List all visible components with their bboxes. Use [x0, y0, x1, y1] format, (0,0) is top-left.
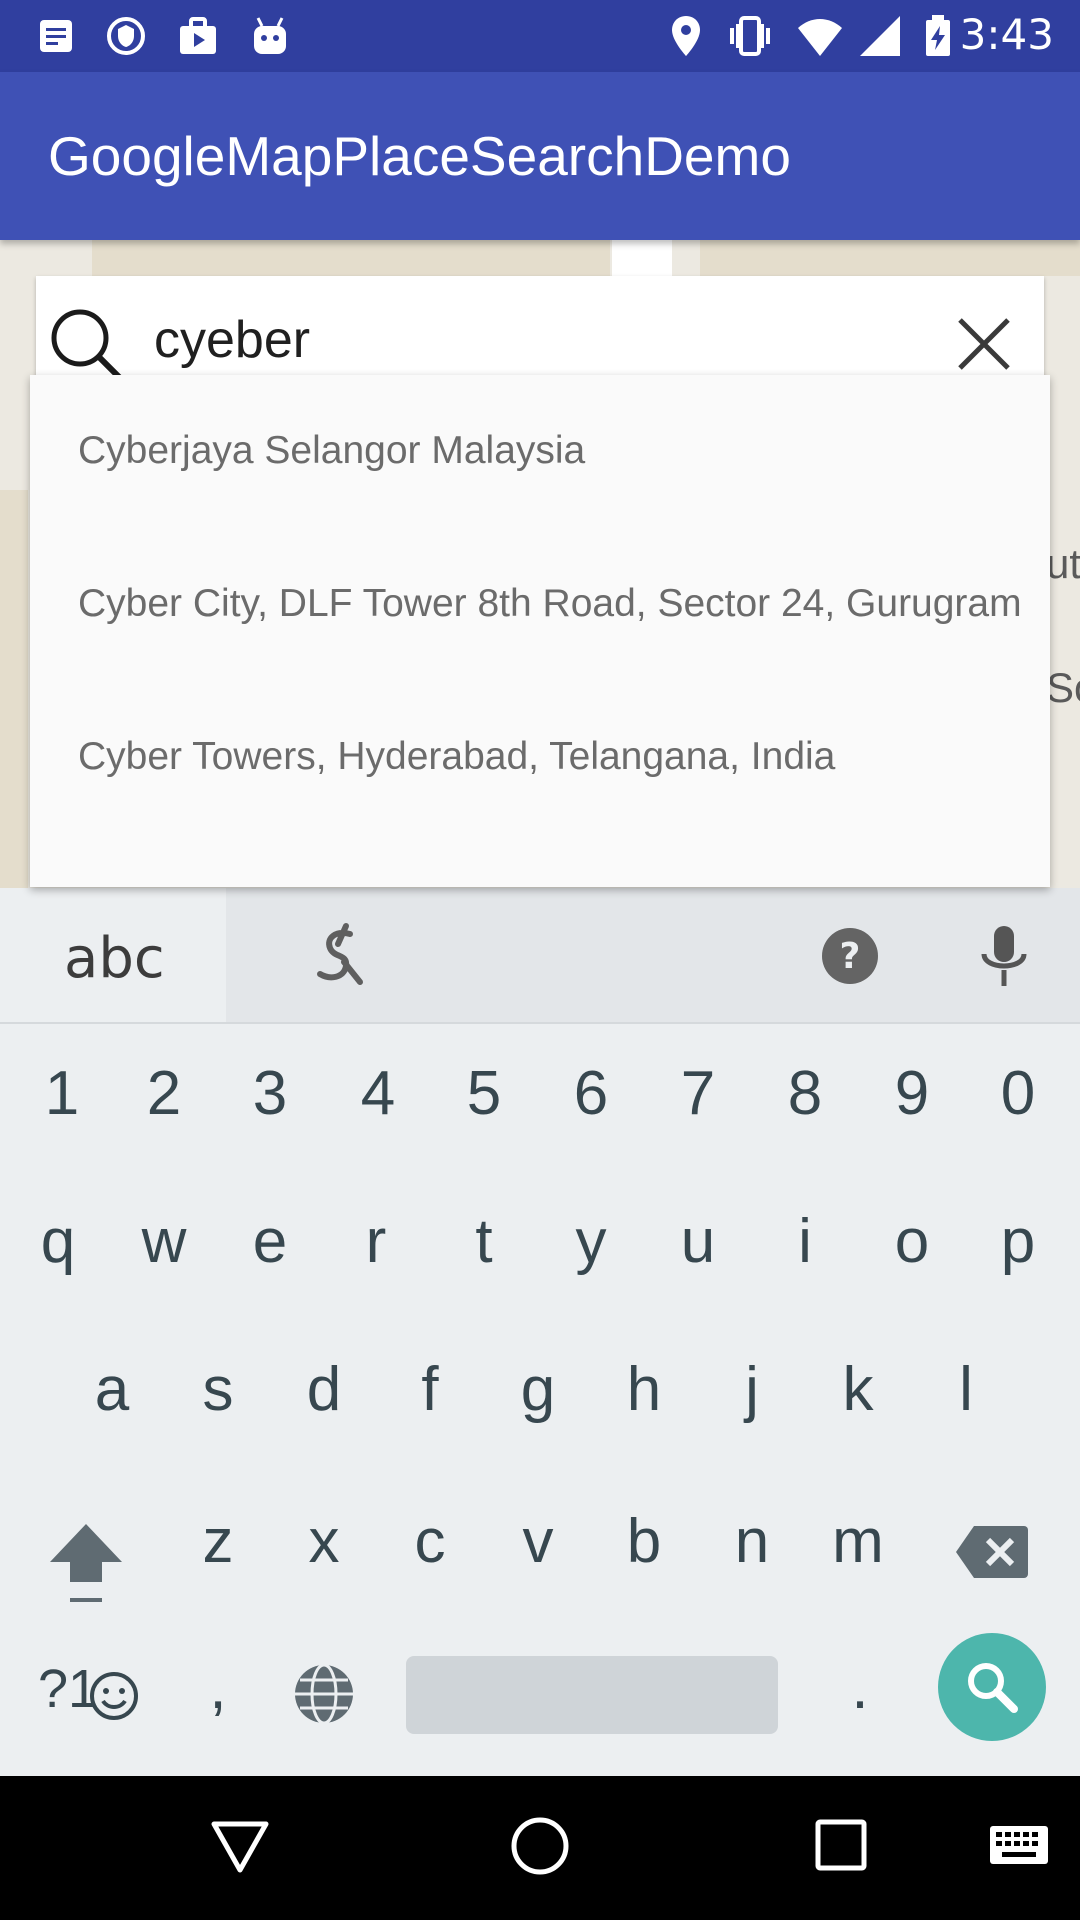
- key-0[interactable]: 0: [968, 1058, 1068, 1129]
- key-a[interactable]: a: [62, 1354, 162, 1425]
- vpn-shield-icon: [107, 17, 145, 55]
- globe-key[interactable]: [292, 1662, 356, 1726]
- back-button[interactable]: [210, 1816, 270, 1876]
- key-v[interactable]: v: [488, 1506, 588, 1577]
- map-label: So: [1046, 664, 1080, 711]
- key-3[interactable]: 3: [220, 1058, 320, 1129]
- key-2[interactable]: 2: [114, 1058, 214, 1129]
- search-icon: [968, 1663, 1018, 1713]
- key-k[interactable]: k: [808, 1354, 908, 1425]
- key-8[interactable]: 8: [755, 1058, 855, 1129]
- clear-search-button[interactable]: [956, 316, 1012, 372]
- key-b[interactable]: b: [594, 1506, 694, 1577]
- key-z[interactable]: z: [168, 1506, 268, 1577]
- map-block: [92, 240, 610, 276]
- map-block: [700, 240, 1080, 276]
- key-w[interactable]: w: [114, 1206, 214, 1277]
- keyboard-switch-icon[interactable]: [988, 1822, 1050, 1868]
- key-m[interactable]: m: [808, 1506, 908, 1577]
- key-y[interactable]: y: [541, 1206, 641, 1277]
- vibrate-icon: [730, 16, 770, 56]
- key-d[interactable]: d: [274, 1354, 374, 1425]
- key-l[interactable]: l: [916, 1354, 1016, 1425]
- android-icon: [254, 17, 286, 54]
- space-key[interactable]: [406, 1656, 778, 1734]
- key-t[interactable]: t: [434, 1206, 534, 1277]
- key-g[interactable]: g: [488, 1354, 588, 1425]
- battery-charging-icon: [926, 15, 950, 56]
- key-c[interactable]: c: [380, 1506, 480, 1577]
- location-icon: [672, 16, 700, 56]
- key-o[interactable]: o: [862, 1206, 962, 1277]
- shift-key[interactable]: [46, 1518, 126, 1610]
- clock: 3:43: [959, 10, 1054, 59]
- key-i[interactable]: i: [755, 1206, 855, 1277]
- microphone-icon[interactable]: [976, 924, 1032, 990]
- key-9[interactable]: 9: [862, 1058, 962, 1129]
- autocomplete-suggestions: Cyberjaya Selangor Malaysia Cyber City, …: [30, 375, 1050, 887]
- key-q[interactable]: q: [8, 1206, 108, 1277]
- keyboard-toolbar: abc ?: [0, 888, 1080, 1024]
- keyboard-search-button[interactable]: [938, 1633, 1046, 1741]
- recents-button[interactable]: [814, 1818, 868, 1872]
- handwriting-icon[interactable]: [300, 916, 380, 996]
- briefcase-play-icon: [180, 17, 216, 54]
- suggestion-item[interactable]: Cyberjaya Selangor Malaysia: [78, 429, 1038, 473]
- key-4[interactable]: 4: [328, 1058, 428, 1129]
- home-button[interactable]: [510, 1816, 570, 1876]
- notes-icon: [40, 20, 72, 52]
- key-r[interactable]: r: [326, 1206, 426, 1277]
- suggestion-item[interactable]: Cyber Towers, Hyderabad, Telangana, Indi…: [78, 735, 1038, 779]
- key-u[interactable]: u: [648, 1206, 748, 1277]
- key-s[interactable]: s: [168, 1354, 268, 1425]
- key-6[interactable]: 6: [541, 1058, 641, 1129]
- key-n[interactable]: n: [702, 1506, 802, 1577]
- backspace-key[interactable]: [954, 1522, 1030, 1582]
- keyboard-mode-label: abc: [64, 926, 165, 991]
- key-7[interactable]: 7: [648, 1058, 748, 1129]
- soft-keyboard: abc ? 1 2 3 4 5 6 7 8 9 0 q w e r t y u …: [0, 888, 1080, 1776]
- key-h[interactable]: h: [594, 1354, 694, 1425]
- map-block: [0, 490, 28, 888]
- help-icon[interactable]: ?: [820, 926, 880, 986]
- app-title: GoogleMapPlaceSearchDemo: [48, 125, 791, 187]
- key-p[interactable]: p: [968, 1206, 1068, 1277]
- key-5[interactable]: 5: [434, 1058, 534, 1129]
- navigation-bar: [0, 1776, 1080, 1920]
- key-1[interactable]: 1: [12, 1058, 112, 1129]
- key-e[interactable]: e: [220, 1206, 320, 1277]
- key-period[interactable]: .: [810, 1652, 910, 1723]
- suggestion-item[interactable]: Cyber City, DLF Tower 8th Road, Sector 2…: [78, 582, 1036, 626]
- svg-text:?: ?: [840, 936, 861, 977]
- key-comma[interactable]: ,: [168, 1652, 268, 1723]
- map-label: uti: [1046, 540, 1080, 587]
- search-input[interactable]: cyeber: [154, 310, 310, 370]
- emoji-icon: [90, 1672, 138, 1720]
- status-bar: 3:43: [0, 0, 1080, 72]
- map-street: [612, 240, 672, 280]
- search-icon: [51, 309, 123, 381]
- key-f[interactable]: f: [380, 1354, 480, 1425]
- wifi-icon: [798, 19, 842, 56]
- key-j[interactable]: j: [702, 1354, 802, 1425]
- signal-icon: [860, 16, 900, 56]
- keyboard-mode-tab[interactable]: abc: [0, 888, 226, 1022]
- app-bar: GoogleMapPlaceSearchDemo: [0, 72, 1080, 240]
- key-x[interactable]: x: [274, 1506, 374, 1577]
